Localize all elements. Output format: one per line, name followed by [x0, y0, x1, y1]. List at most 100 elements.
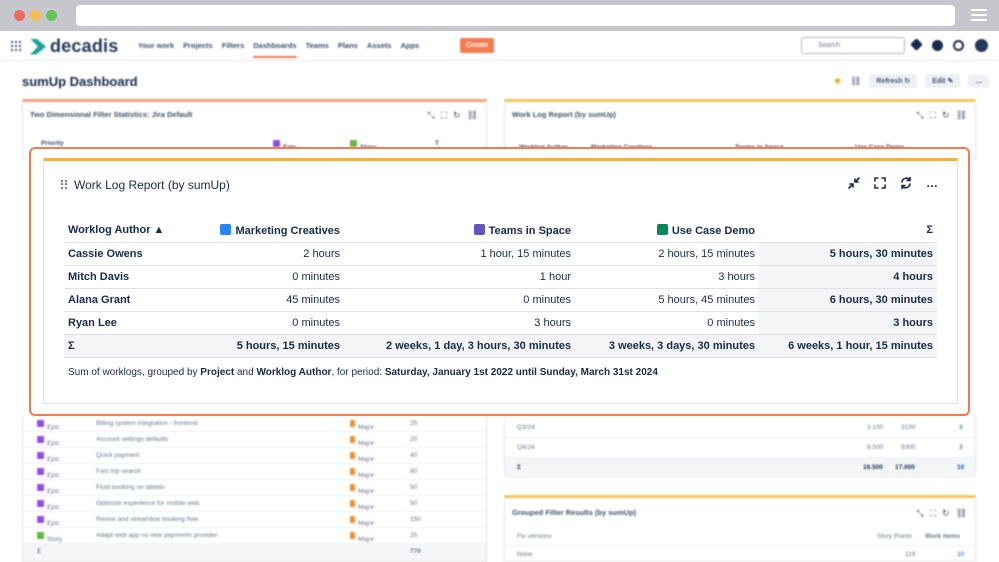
refresh-icon[interactable]: ↻	[942, 508, 950, 519]
table-row[interactable]: Epic Fluid booking on tablets Major 50	[23, 480, 486, 496]
issue-summary: Billing system integration - frontend	[96, 420, 198, 427]
nav-item-apps[interactable]: Apps	[400, 41, 419, 58]
more-icon[interactable]: …	[925, 176, 939, 190]
logo[interactable]: decadis	[30, 36, 118, 57]
use-case-demo-cell: 3 hours	[575, 265, 759, 289]
nav-item-dashboards[interactable]: Dashboards	[253, 41, 297, 58]
teams-in-space-project-icon	[473, 223, 485, 235]
issue-type: Epic	[47, 440, 60, 447]
fullscreen-icon[interactable]: ⛶	[930, 110, 936, 121]
table-row[interactable]: Epic Billing system integration - fronten…	[23, 416, 486, 432]
teams-in-space-cell: 1 hour, 15 minutes	[344, 242, 575, 266]
use-case-demo-sum: 3 weeks, 3 days, 30 minutes	[575, 334, 759, 358]
refresh-button[interactable]: Refresh ↻	[869, 74, 918, 88]
search-input[interactable]: Search	[801, 37, 905, 54]
sum-label: Σ	[517, 464, 521, 471]
menu-icon[interactable]	[971, 9, 987, 22]
table-row[interactable]: Epic Optimize experience for mobile web Ma…	[23, 496, 486, 512]
maximize-window-icon[interactable]	[46, 10, 57, 21]
drag-handle-icon[interactable]	[61, 180, 67, 189]
edit-button[interactable]: Edit ✎	[925, 74, 961, 88]
table-row: Alana Grant 45 minutes 0 minutes 5 hours…	[64, 288, 937, 312]
marketing-creatives-cell: 0 minutes	[204, 311, 344, 335]
issue-summary: Optimize experience for mobile web	[96, 500, 200, 507]
minimize-icon[interactable]: ⤡	[917, 110, 924, 121]
settings-icon[interactable]	[953, 40, 964, 51]
priority: Major	[358, 440, 375, 447]
footer-prefix: Sum of worklogs, grouped by	[68, 367, 201, 378]
work-log-table: Worklog Author ▲ Marketing Creatives Tea…	[64, 219, 937, 358]
cell-value: 10	[957, 551, 965, 558]
help-icon[interactable]	[932, 40, 943, 51]
table-row[interactable]: Epic Quick payment Major 40	[23, 448, 486, 464]
fullscreen-icon[interactable]: ⛶	[930, 508, 936, 519]
refresh-icon[interactable]: ↻	[453, 110, 461, 121]
star-icon[interactable]: ★	[833, 76, 842, 87]
refresh-icon[interactable]: ↻	[942, 110, 950, 121]
table-row[interactable]: Story Adapt web app no new payments provi…	[23, 528, 486, 544]
table-row[interactable]: Epic Fast trip search Major 80	[23, 464, 486, 480]
priority: Major	[358, 520, 375, 527]
epic-icon	[273, 140, 280, 147]
nav-item-filters[interactable]: Filters	[222, 41, 245, 58]
link-icon[interactable]: ⛓	[467, 110, 478, 121]
more-button[interactable]: …	[968, 74, 990, 88]
nav-item-your-work[interactable]: Your work	[138, 41, 174, 58]
use-case-demo-cell: 5 hours, 45 minutes	[575, 288, 759, 312]
create-button[interactable]: Create	[460, 38, 494, 53]
panel-title: Grouped Filter Results (by sumUp)	[512, 508, 637, 517]
author-cell: Ryan Lee	[64, 311, 204, 335]
table-row[interactable]: Epic Account settings defaults Major 20	[23, 432, 486, 448]
minimize-icon[interactable]: ⤡	[428, 110, 435, 121]
address-bar[interactable]	[76, 5, 955, 26]
sum-label: Σ	[64, 334, 204, 358]
fullscreen-icon[interactable]	[873, 176, 887, 190]
issue-type: Epic	[47, 504, 60, 511]
table-row[interactable]: Q4/24 8.500 9300 3	[505, 438, 975, 458]
author-cell: Cassie Owens	[64, 242, 204, 266]
cell-value: 3	[959, 424, 963, 431]
refresh-icon[interactable]	[899, 176, 913, 190]
sum-value: 16.500	[863, 464, 883, 471]
header-label: Marketing Creatives	[235, 224, 340, 237]
worklog-author-header[interactable]: Worklog Author ▲	[64, 219, 204, 243]
table-row[interactable]: Q3/24 3.100 3100 3	[505, 418, 975, 438]
app-switcher-icon[interactable]	[11, 41, 21, 51]
avatar[interactable]	[975, 39, 988, 52]
link-icon[interactable]: ⛓	[956, 508, 967, 519]
link-icon[interactable]: ⛓	[850, 76, 861, 87]
top-navigation: decadis Your work Projects Filters Dashb…	[0, 31, 999, 61]
footer-group-author: Worklog Author	[256, 367, 332, 378]
teams-in-space-sum: 2 weeks, 1 day, 3 hours, 30 minutes	[344, 334, 575, 358]
nav-item-plans[interactable]: Plans	[338, 41, 358, 58]
card-tools: …	[847, 176, 939, 190]
link-icon[interactable]: ⛓	[956, 110, 967, 121]
issue-summary: Adapt web app no new payments provider	[96, 532, 218, 539]
nav-item-assets[interactable]: Assets	[367, 41, 392, 58]
highlight-frame: Work Log Report (by sumUp) … Worklog Aut…	[29, 147, 970, 416]
notifications-icon[interactable]	[910, 38, 923, 51]
close-window-icon[interactable]	[14, 10, 25, 21]
minimize-window-icon[interactable]	[30, 10, 41, 21]
card-title: Work Log Report (by sumUp)	[74, 178, 230, 192]
cell-value: 25	[410, 420, 418, 427]
cell-value: 119	[905, 551, 916, 558]
fullscreen-icon[interactable]: ⛶	[441, 110, 447, 121]
table-row[interactable]: Epic Revise and streamline booking flow Ma…	[23, 512, 486, 528]
minimize-icon[interactable]	[847, 176, 861, 190]
minimize-icon[interactable]: ⤡	[917, 508, 924, 519]
use-case-demo-header: Use Case Demo	[575, 219, 759, 243]
nav-item-teams[interactable]: Teams	[306, 41, 329, 58]
priority-icon	[350, 516, 355, 523]
nav-item-projects[interactable]: Projects	[183, 41, 213, 58]
table-header-row: Worklog Author ▲ Marketing Creatives Tea…	[64, 219, 937, 243]
priority: Major	[358, 504, 375, 511]
edit-label: Edit	[932, 78, 946, 85]
table-row[interactable]: None 119 10	[505, 546, 975, 562]
panel-title: Two Dimensional Filter Statistics: Jira …	[30, 110, 193, 119]
table-row: Cassie Owens 2 hours 1 hour, 15 minutes …	[64, 242, 937, 266]
issue-summary: Quick payment	[96, 452, 140, 459]
marketing-creatives-cell: 45 minutes	[204, 288, 344, 312]
nav-items: Your work Projects Filters Dashboards Te…	[138, 41, 419, 58]
report-description: Sum of worklogs, grouped by Project and …	[68, 367, 658, 378]
